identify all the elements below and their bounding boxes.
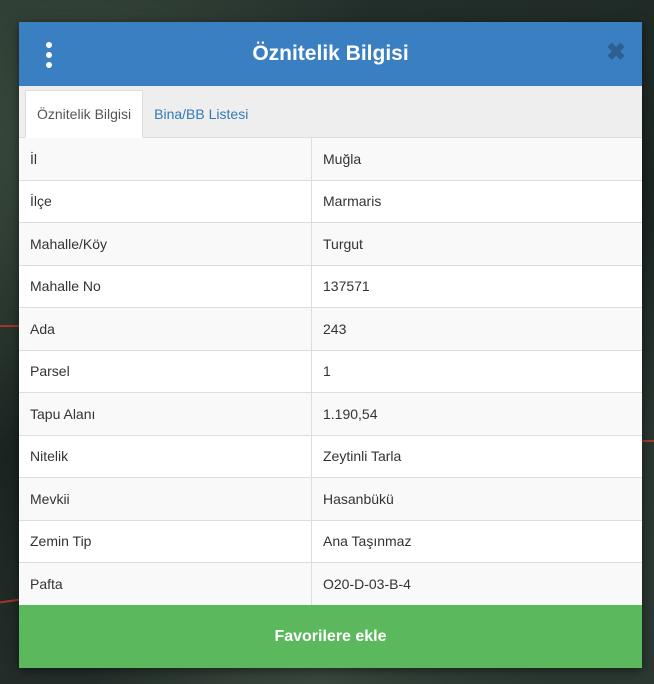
- attribute-key: Mahalle No: [19, 265, 312, 307]
- table-row: Pafta O20-D-03-B-4: [19, 563, 642, 605]
- attribute-table: İl Muğla İlçe Marmaris Mahalle/Köy Turgu…: [19, 138, 642, 605]
- table-row: Mevkii Hasanbükü: [19, 478, 642, 521]
- attribute-key: Ada: [19, 308, 312, 350]
- attribute-value: Turgut: [323, 235, 363, 252]
- attribute-key: Nitelik: [19, 435, 312, 477]
- table-row: Tapu Alanı 1.190,54: [19, 393, 642, 436]
- attribute-key: Tapu Alanı: [19, 393, 312, 435]
- map-parcel-line: [642, 440, 654, 442]
- table-row: Parsel 1: [19, 350, 642, 393]
- attribute-value: Muğla: [323, 150, 362, 167]
- attribute-value: Marmaris: [323, 193, 382, 210]
- attribute-value: 1: [323, 363, 331, 380]
- tab-bar: Öznitelik Bilgisi Bina/BB Listesi: [19, 86, 642, 138]
- dialog-header: Öznitelik Bilgisi ✖: [19, 22, 642, 86]
- table-row: Mahalle No 137571: [19, 265, 642, 308]
- attribute-value: 243: [323, 320, 347, 337]
- attribute-value: 1.190,54: [323, 405, 378, 422]
- tab-building-list[interactable]: Bina/BB Listesi: [143, 90, 259, 137]
- vertical-dots-icon[interactable]: [43, 42, 55, 68]
- attribute-key: Mevkii: [19, 478, 312, 520]
- tab-attribute-info[interactable]: Öznitelik Bilgisi: [25, 90, 144, 138]
- table-row: Zemin Tip Ana Taşınmaz: [19, 520, 642, 563]
- table-row: İl Muğla: [19, 138, 642, 181]
- map-parcel-line: [0, 598, 21, 604]
- dialog-title: Öznitelik Bilgisi: [252, 42, 409, 65]
- table-row: Mahalle/Köy Turgut: [19, 223, 642, 266]
- attribute-key: İl: [19, 138, 312, 180]
- table-row: İlçe Marmaris: [19, 180, 642, 223]
- table-row: Ada 243: [19, 308, 642, 351]
- attribute-value: Ana Taşınmaz: [323, 533, 412, 550]
- map-parcel-line: [0, 325, 20, 327]
- attribute-info-dialog: Öznitelik Bilgisi ✖ Öznitelik Bilgisi Bi…: [19, 22, 642, 668]
- close-icon[interactable]: ✖: [606, 41, 626, 65]
- attribute-key: Zemin Tip: [19, 520, 312, 562]
- attribute-value: Zeytinli Tarla: [323, 448, 402, 465]
- attribute-key: Pafta: [19, 563, 312, 605]
- attribute-key: Parsel: [19, 350, 312, 392]
- add-to-favorites-button[interactable]: Favorilere ekle: [19, 605, 642, 668]
- attribute-key: İlçe: [19, 180, 312, 222]
- attribute-key: Mahalle/Köy: [19, 223, 312, 265]
- attribute-value: Hasanbükü: [323, 490, 394, 507]
- attribute-value: O20-D-03-B-4: [323, 575, 411, 592]
- attribute-value: 137571: [323, 278, 370, 295]
- table-row: Nitelik Zeytinli Tarla: [19, 435, 642, 478]
